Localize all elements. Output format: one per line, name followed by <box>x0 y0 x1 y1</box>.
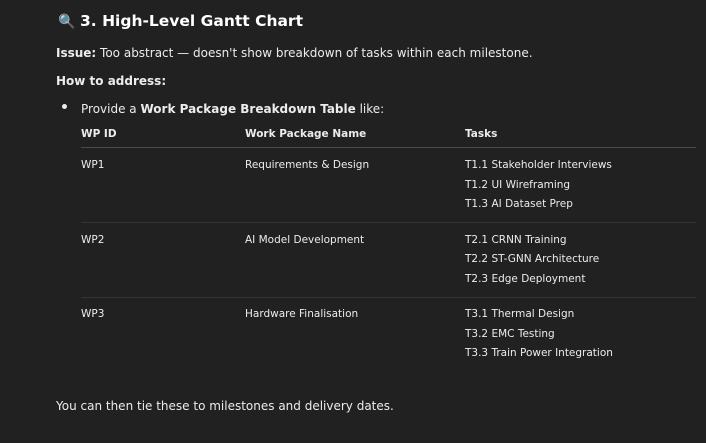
cell-task: T2.3 Edge Deployment <box>465 272 586 285</box>
row-divider <box>81 222 696 223</box>
footer-text: You can then tie these to milestones and… <box>56 399 394 413</box>
how-to-address: How to address: <box>56 74 167 88</box>
row-divider <box>81 296 696 298</box>
cell-task: T2.2 ST-GNN Architecture <box>465 253 600 265</box>
cell-wp-name: AI Model Development <box>245 233 365 246</box>
cell-wp-name: Requirements & Design <box>245 159 370 171</box>
header-tasks: Tasks <box>465 128 498 140</box>
cell-task: T1.1 Stakeholder Interviews <box>465 159 612 171</box>
cell-task: T1.3 AI Dataset Prep <box>465 198 573 210</box>
issue-text: Issue: Too abstract — doesn't show break… <box>56 46 533 60</box>
magnifier-icon: 🔍 <box>58 14 76 30</box>
section-heading: 3. High-Level Gantt Chart <box>80 12 303 30</box>
header-wp-name: Work Package Name <box>245 128 367 140</box>
cell-task: T3.2 EMC Testing <box>465 327 555 340</box>
cell-task: T3.1 Thermal Design <box>465 308 575 320</box>
header-wp-id: WP ID <box>81 128 117 140</box>
bullet-text: Provide a Work Package Breakdown Table l… <box>81 102 385 116</box>
cell-task: T1.2 UI Wireframing <box>465 178 571 191</box>
cell-task: T3.3 Train Power Integration <box>465 347 613 359</box>
cell-task: T2.1 CRNN Training <box>465 233 567 246</box>
cell-wp-name: Hardware Finalisation <box>245 308 359 320</box>
cell-wp-id: WP3 <box>81 308 105 320</box>
issue-body: Too abstract — doesn't show breakdown of… <box>96 46 533 60</box>
issue-label: Issue: <box>56 46 97 60</box>
cell-wp-id: WP2 <box>81 233 105 246</box>
bullet-dot <box>62 104 67 109</box>
cell-wp-id: WP1 <box>81 159 105 171</box>
header-divider <box>81 147 696 148</box>
